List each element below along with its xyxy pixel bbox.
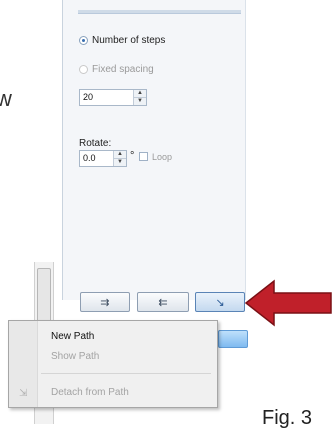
arrow-left-icon: ⇇ <box>158 296 168 309</box>
radio-number-of-steps[interactable]: Number of steps <box>79 35 165 46</box>
panel-divider <box>78 10 241 14</box>
rotate-spinner-arrows[interactable]: ▲ ▼ <box>113 151 126 166</box>
spin-up-icon[interactable]: ▲ <box>114 151 126 158</box>
steps-value[interactable]: 20 <box>80 90 133 105</box>
path-curve-icon: ↘ <box>215 296 225 309</box>
path-forward-button[interactable]: ⇉ <box>80 292 130 312</box>
arrow-right-icon: ⇉ <box>100 296 110 309</box>
path-context-menu: New Path Show Path ⇲ Detach from Path <box>8 320 218 408</box>
spin-down-icon[interactable]: ▼ <box>134 97 146 105</box>
loop-checkbox[interactable] <box>139 152 148 161</box>
detach-icon: ⇲ <box>19 388 28 399</box>
figure-caption: Fig. 3 <box>262 407 313 429</box>
annotation-arrow-shape <box>244 279 332 327</box>
radio-selected-icon[interactable] <box>79 36 88 45</box>
rotate-spinner[interactable]: 0.0 ▲ ▼ <box>79 150 127 167</box>
apply-button[interactable] <box>218 330 248 348</box>
menu-item-detach-from-path[interactable]: Detach from Path <box>51 387 129 398</box>
radio-fixed-spacing[interactable]: Fixed spacing <box>79 64 154 75</box>
radio-number-of-steps-label: Number of steps <box>92 35 166 46</box>
degree-symbol: ° <box>130 150 135 162</box>
steps-spinner[interactable]: 20 ▲ ▼ <box>79 89 147 106</box>
menu-item-show-path[interactable]: Show Path <box>51 351 99 362</box>
path-properties-button[interactable]: ↘ <box>195 292 245 312</box>
background-partial-text: w <box>0 86 12 111</box>
rotate-label: Rotate: <box>79 138 112 149</box>
rotate-value[interactable]: 0.0 <box>80 151 113 166</box>
radio-unselected-icon[interactable] <box>79 65 88 74</box>
steps-spinner-arrows[interactable]: ▲ ▼ <box>133 90 146 105</box>
radio-fixed-spacing-label: Fixed spacing <box>92 64 154 75</box>
annotation-arrow <box>244 279 332 327</box>
spin-up-icon[interactable]: ▲ <box>134 90 146 97</box>
panel-border <box>245 0 246 300</box>
menu-item-new-path[interactable]: New Path <box>51 331 94 342</box>
spin-down-icon[interactable]: ▼ <box>114 158 126 166</box>
loop-label: Loop <box>152 152 173 162</box>
path-back-button[interactable]: ⇇ <box>137 292 189 312</box>
menu-separator <box>41 373 211 374</box>
